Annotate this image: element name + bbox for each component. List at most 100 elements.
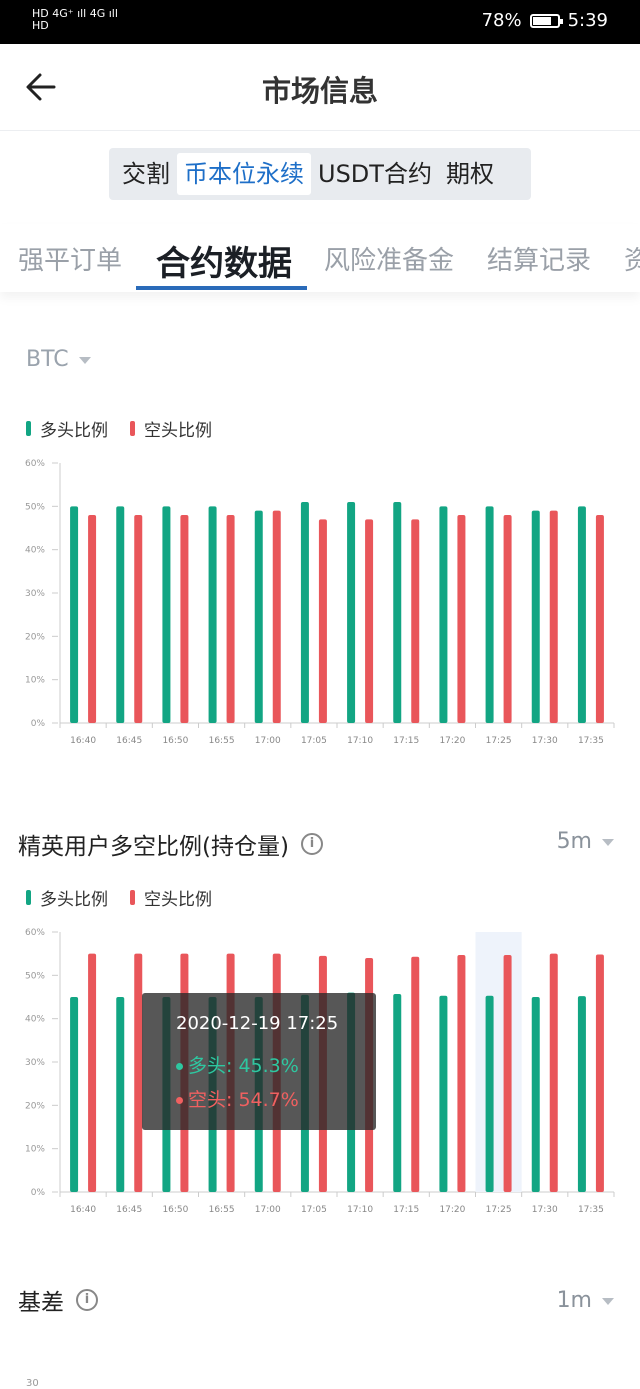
x-tick-label: 17:15 xyxy=(393,1205,419,1215)
contract-type-selector: 交割 币本位永续 USDT合约 期权 xyxy=(109,148,531,200)
bar-long[interactable] xyxy=(439,506,448,723)
battery-percent: 78% xyxy=(481,10,522,31)
x-tick-label: 16:40 xyxy=(70,736,96,746)
x-tick-label: 17:10 xyxy=(347,1205,373,1215)
tab-insurance-fund[interactable]: 风险准备金 xyxy=(324,240,454,277)
legend-short[interactable]: 空头比例 xyxy=(130,416,212,441)
y-tick-label: 50% xyxy=(25,502,45,512)
y-tick-label: 50% xyxy=(25,971,45,981)
status-bar: HD 4G⁺ ıll 4G ıll HD 78% 5:39 xyxy=(0,0,640,44)
bar-short[interactable] xyxy=(318,519,327,723)
bar-long[interactable] xyxy=(162,506,171,723)
legend-long-label: 多头比例 xyxy=(40,421,108,441)
bar-short[interactable] xyxy=(457,954,466,1192)
y-tick-label: 40% xyxy=(25,546,45,556)
legend-long[interactable]: 多头比例 xyxy=(26,885,108,910)
coin-label: BTC xyxy=(26,347,69,372)
bar-short[interactable] xyxy=(411,519,420,723)
bar-long[interactable] xyxy=(116,997,125,1192)
bar-short[interactable] xyxy=(549,510,558,723)
bar-short[interactable] xyxy=(411,956,420,1192)
x-tick-label: 16:50 xyxy=(162,736,188,746)
bar-short[interactable] xyxy=(88,515,97,723)
data-tabs: 强平订单 合约数据 风险准备金 结算记录 资 xyxy=(0,224,640,292)
caret-down-icon xyxy=(602,838,614,846)
bar-long[interactable] xyxy=(116,506,125,723)
x-tick-label: 16:55 xyxy=(209,736,235,746)
segment-usdt[interactable]: USDT合约 xyxy=(311,153,439,195)
bar-long[interactable] xyxy=(70,506,79,723)
y-tick-label: 10% xyxy=(25,676,45,686)
bar-short[interactable] xyxy=(88,953,97,1192)
y-tick-label: 20% xyxy=(25,1101,45,1111)
x-tick-label: 17:15 xyxy=(393,736,419,746)
tooltip-short-value: 空头: 54.7% xyxy=(188,1089,299,1111)
bar-long[interactable] xyxy=(208,506,217,723)
bar-short[interactable] xyxy=(226,515,235,723)
y-tick-label: 60% xyxy=(25,459,45,469)
x-tick-label: 17:35 xyxy=(578,736,604,746)
legend-short-label: 空头比例 xyxy=(144,890,212,910)
x-tick-label: 16:55 xyxy=(209,1205,235,1215)
segment-options[interactable]: 期权 xyxy=(439,153,501,195)
y-tick-label: 40% xyxy=(25,1015,45,1025)
bar-long[interactable] xyxy=(439,995,448,1192)
x-tick-label: 17:05 xyxy=(301,736,327,746)
y-tick-label: 20% xyxy=(25,632,45,642)
bar-short[interactable] xyxy=(503,515,512,723)
bar-long[interactable] xyxy=(531,510,540,723)
interval-selector-1m[interactable]: 1m xyxy=(557,1288,614,1313)
bar-short[interactable] xyxy=(365,519,374,723)
bar-short[interactable] xyxy=(272,510,281,723)
legend-short[interactable]: 空头比例 xyxy=(130,885,212,910)
interval-selector-5m[interactable]: 5m xyxy=(557,829,614,854)
tab-contract-data[interactable]: 合约数据 xyxy=(156,236,292,285)
y-tick-label: 30% xyxy=(25,589,45,599)
x-tick-label: 16:45 xyxy=(116,1205,142,1215)
info-icon[interactable]: i xyxy=(76,1289,98,1311)
tab-funding[interactable]: 资 xyxy=(624,240,640,277)
segment-coin-margined[interactable]: 币本位永续 xyxy=(177,153,311,195)
x-tick-label: 17:00 xyxy=(255,1205,281,1215)
bar-long[interactable] xyxy=(393,502,402,723)
elite-ratio-title-text: 精英用户多空比例(持仓量) xyxy=(18,834,289,860)
bar-short[interactable] xyxy=(134,515,143,723)
bar-short[interactable] xyxy=(595,515,604,723)
basis-title-text: 基差 xyxy=(18,1290,64,1316)
tooltip-long-value: 多头: 45.3% xyxy=(188,1055,299,1077)
bar-short[interactable] xyxy=(549,953,558,1192)
bar-long[interactable] xyxy=(254,510,263,723)
tooltip-short: 空头: 54.7% xyxy=(176,1085,299,1112)
bar-long[interactable] xyxy=(485,995,494,1192)
x-tick-label: 17:35 xyxy=(578,1205,604,1215)
legend-long-marker xyxy=(26,421,31,436)
bar-long[interactable] xyxy=(577,506,586,723)
bar-short[interactable] xyxy=(595,954,604,1192)
bar-long[interactable] xyxy=(531,997,540,1192)
coin-selector[interactable]: BTC xyxy=(26,347,91,372)
tooltip-time: 2020-12-19 17:25 xyxy=(176,1013,339,1034)
segment-delivery[interactable]: 交割 xyxy=(115,153,177,195)
x-tick-label: 17:10 xyxy=(347,736,373,746)
info-icon[interactable]: i xyxy=(300,833,323,855)
y-tick-label: 60% xyxy=(25,928,45,938)
bar-long[interactable] xyxy=(347,502,356,723)
interval-label: 1m xyxy=(556,1288,592,1313)
long-short-ratio-chart[interactable]: 0% 10% 20% 30% 40% 50% 60% 16:40 16:45 16:50 16:55… xyxy=(0,452,640,752)
tab-settlement[interactable]: 结算记录 xyxy=(487,240,591,277)
bar-long[interactable] xyxy=(393,993,402,1192)
bar-short[interactable] xyxy=(180,515,189,723)
bar-short[interactable] xyxy=(503,954,512,1192)
elite-ratio-title: 精英用户多空比例(持仓量) i xyxy=(18,827,323,861)
bar-short[interactable] xyxy=(457,515,466,723)
chart2-legend: 多头比例 空头比例 xyxy=(26,885,212,910)
chart1-legend: 多头比例 空头比例 xyxy=(26,416,212,441)
bar-long[interactable] xyxy=(577,996,586,1192)
tab-liquidations[interactable]: 强平订单 xyxy=(18,240,122,277)
bar-long[interactable] xyxy=(70,997,79,1192)
bar-long[interactable] xyxy=(485,506,494,723)
y-tick-label: 10% xyxy=(25,1145,45,1155)
x-tick-label: 16:45 xyxy=(116,736,142,746)
bar-long[interactable] xyxy=(300,502,309,723)
legend-long[interactable]: 多头比例 xyxy=(26,416,108,441)
